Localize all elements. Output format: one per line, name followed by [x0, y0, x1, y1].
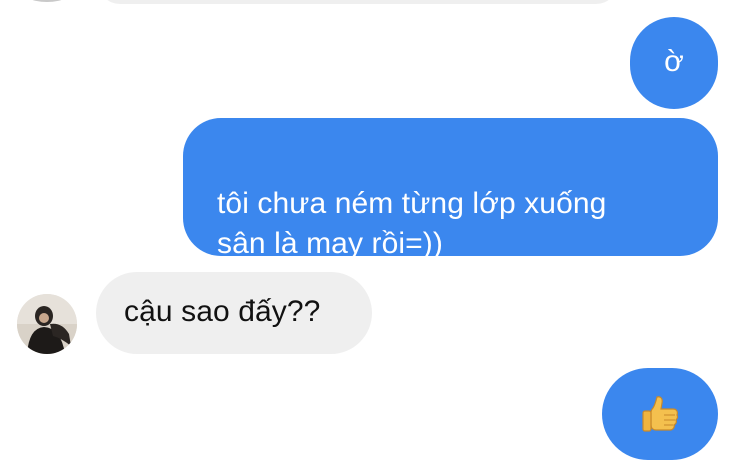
thumbs-up-icon: [642, 396, 679, 432]
avatar[interactable]: [18, 0, 76, 2]
chat-thread: ờ tôi chưa ném từng lớp xuống sân là may…: [0, 0, 750, 471]
message-text: ờ: [664, 45, 684, 78]
message-text: tôi chưa ném từng lớp xuống sân là may r…: [217, 187, 607, 260]
incoming-message-bubble[interactable]: cậu sao đấy??: [96, 272, 372, 354]
avatar[interactable]: [17, 294, 77, 354]
incoming-message-bubble[interactable]: [98, 0, 618, 4]
message-text: cậu sao đấy??: [124, 295, 321, 328]
outgoing-message-bubble[interactable]: tôi chưa ném từng lớp xuống sân là may r…: [183, 118, 718, 260]
avatar-photo: [17, 294, 77, 354]
outgoing-message-bubble[interactable]: [602, 368, 718, 460]
outgoing-message-bubble[interactable]: ờ: [630, 17, 718, 109]
